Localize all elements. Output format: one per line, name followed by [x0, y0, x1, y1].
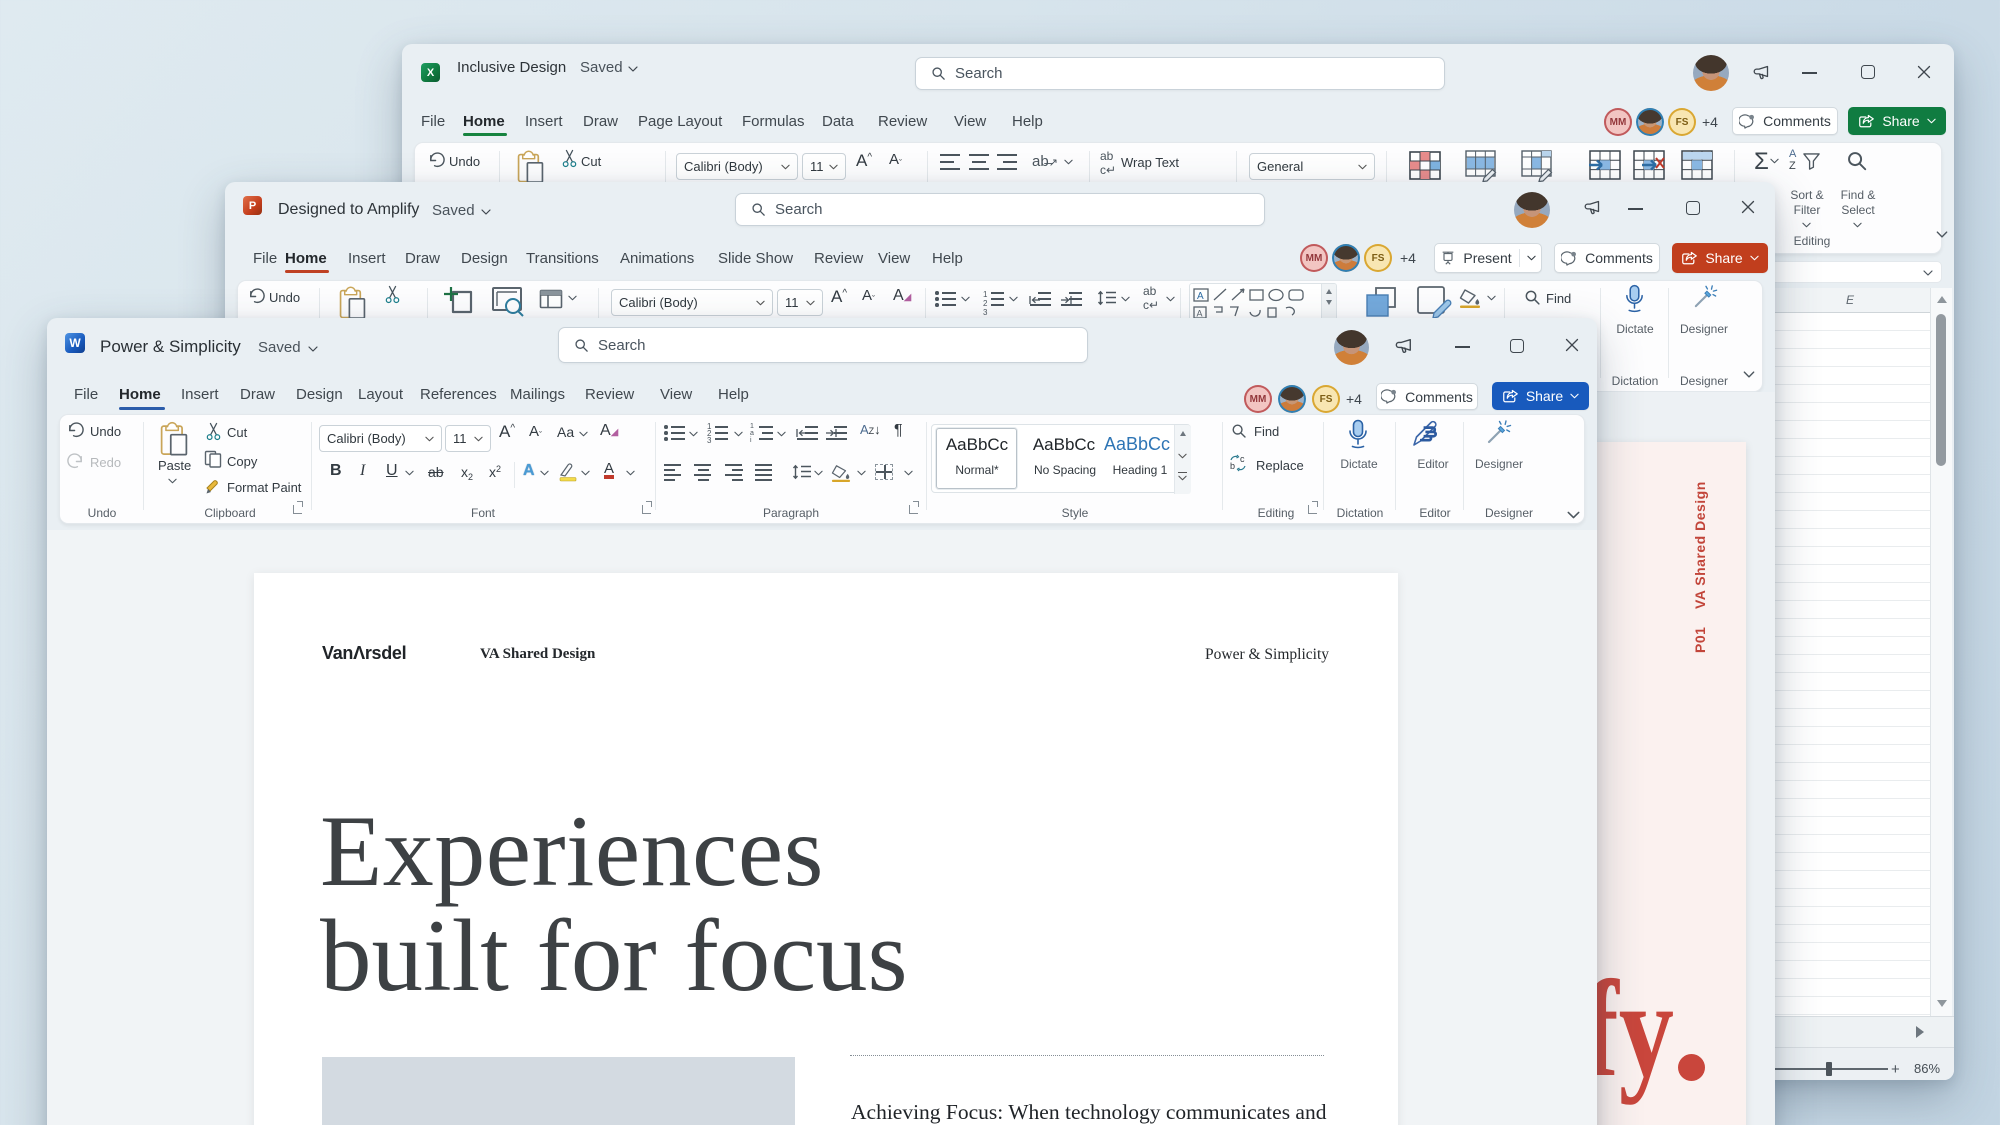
svg-text:A: A	[1197, 309, 1203, 319]
svg-text:c: c	[1240, 454, 1245, 464]
svg-text:A: A	[1197, 291, 1204, 302]
svg-text:b: b	[1230, 461, 1235, 471]
